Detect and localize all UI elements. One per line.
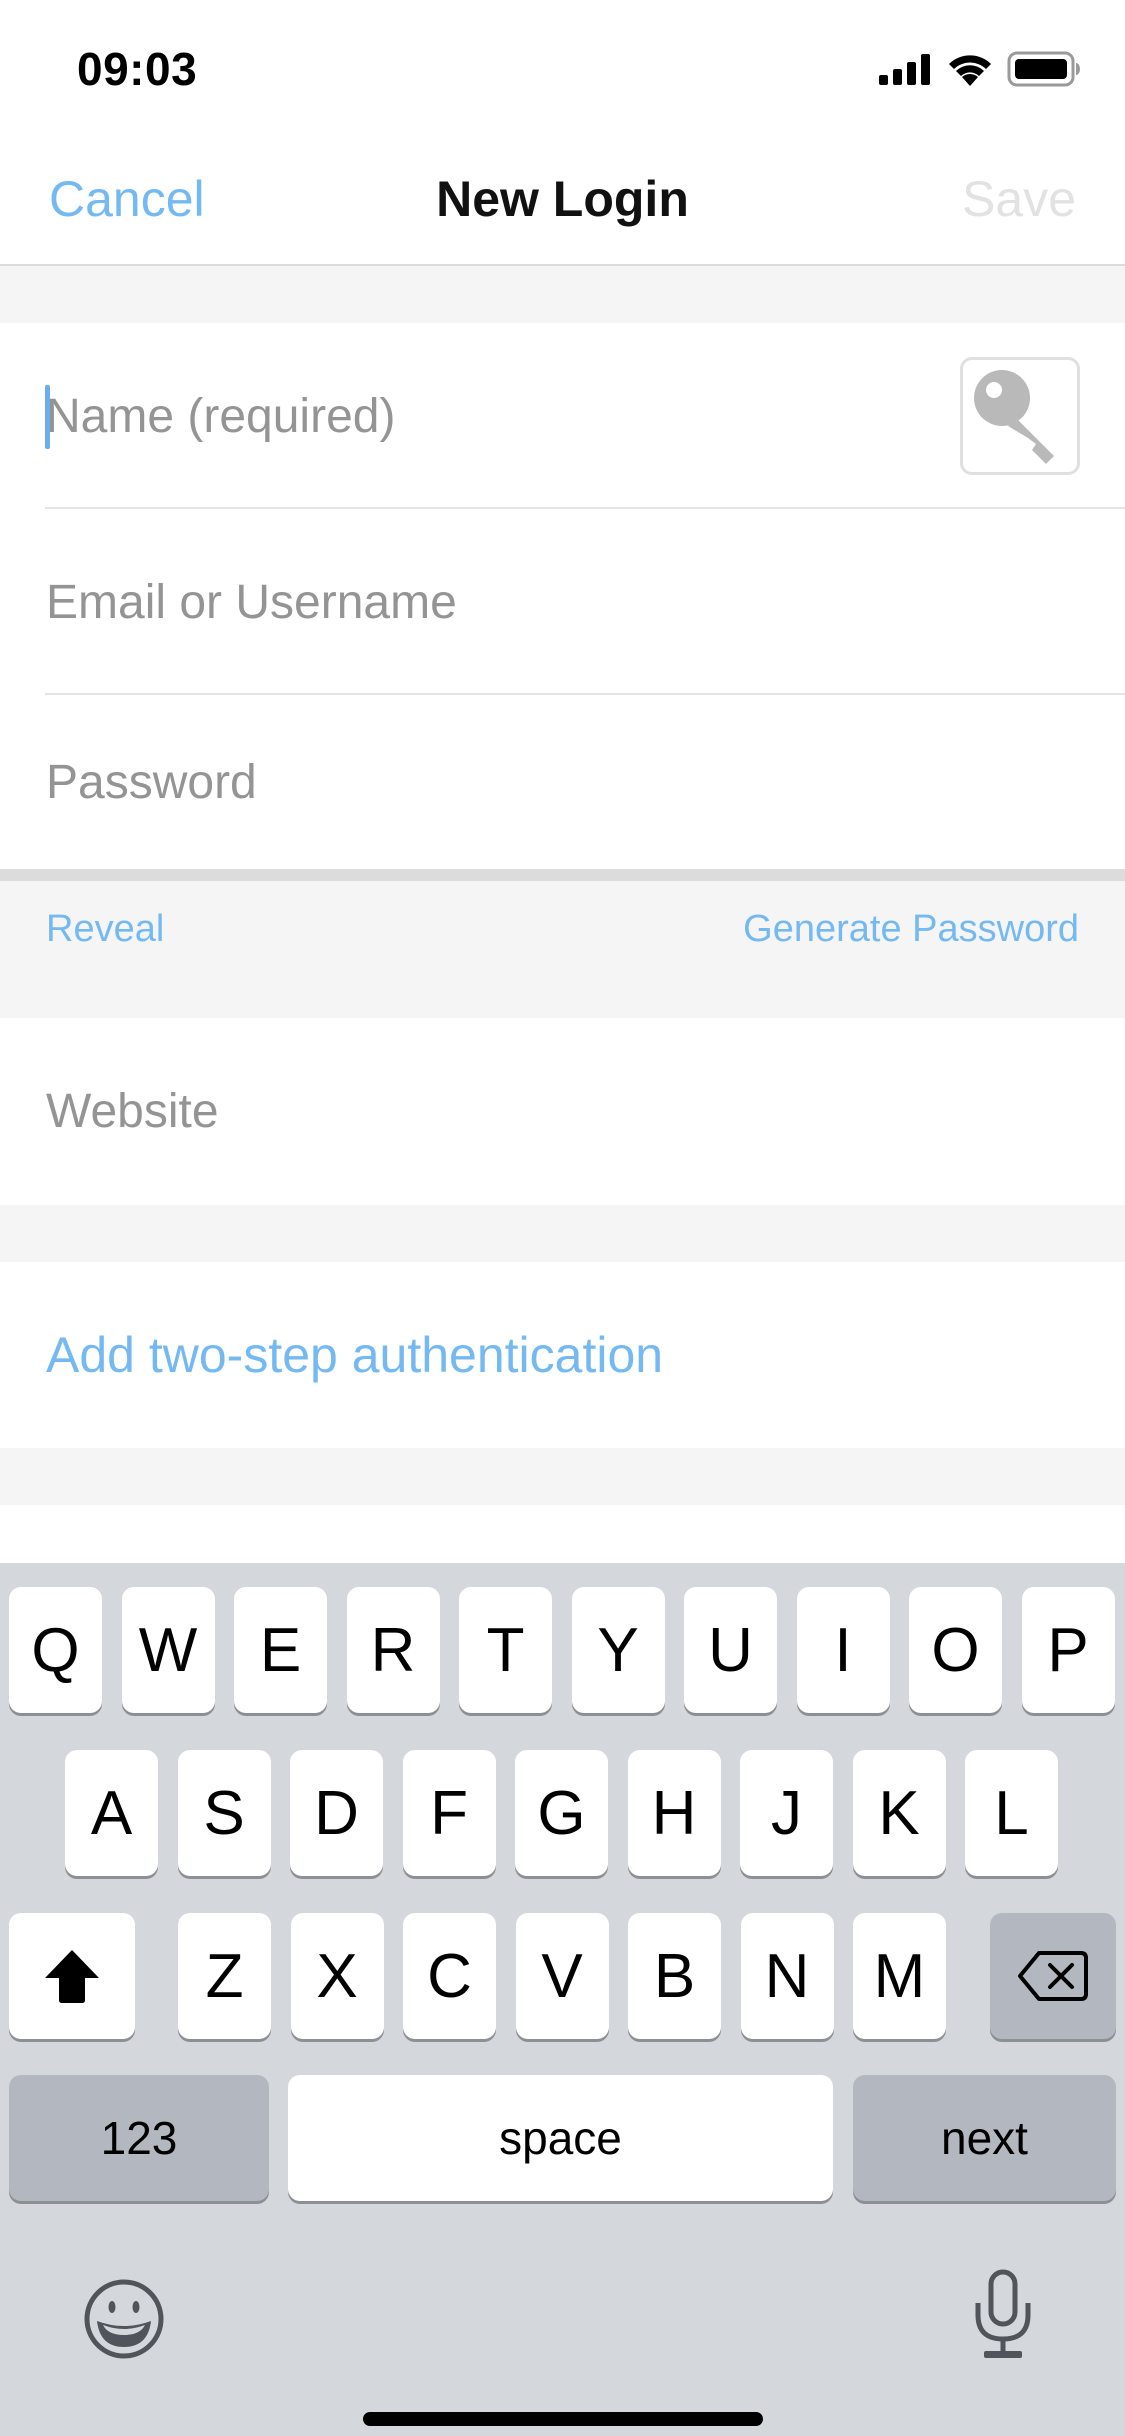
key-m[interactable]: M	[853, 1913, 946, 2039]
text-caret	[45, 385, 50, 449]
name-row	[0, 323, 1125, 509]
key-k[interactable]: K	[852, 1750, 946, 1876]
space-key[interactable]: space	[288, 2075, 833, 2201]
shift-icon	[45, 1950, 99, 2003]
home-indicator	[363, 2412, 763, 2426]
key-a[interactable]: A	[65, 1750, 158, 1876]
website-input[interactable]	[46, 1018, 926, 1204]
key-z[interactable]: Z	[178, 1913, 271, 2039]
status-time: 09:03	[77, 43, 198, 95]
key-g[interactable]: G	[515, 1750, 608, 1876]
shift-key[interactable]	[9, 1913, 135, 2039]
key-j[interactable]: J	[740, 1750, 833, 1876]
key-l[interactable]: L	[965, 1750, 1058, 1876]
emoji-icon[interactable]	[82, 2277, 166, 2361]
key-i[interactable]: I	[796, 1587, 890, 1713]
email-row	[0, 509, 1125, 695]
numbers-key[interactable]: 123	[9, 2075, 269, 2201]
key-n[interactable]: N	[740, 1913, 834, 2039]
backspace-icon	[1018, 1951, 1088, 2001]
status-bar: 09:03	[0, 0, 1125, 130]
two-step-section: Add two-step authentication	[0, 1262, 1125, 1448]
key-e[interactable]: E	[234, 1587, 327, 1713]
keyboard: QWERTYUIOP ASDFGHJKL ZXCVBNM 123 space n…	[0, 1563, 1125, 2436]
key-u[interactable]: U	[684, 1587, 777, 1713]
next-key[interactable]: next	[853, 2075, 1116, 2201]
wifi-icon	[949, 55, 991, 86]
credentials-section	[0, 323, 1125, 869]
reveal-button[interactable]: Reveal	[46, 908, 164, 951]
battery-icon	[1007, 51, 1080, 87]
add-two-step-button[interactable]: Add two-step authentication	[46, 1262, 663, 1448]
nav-bar: Cancel New Login Save	[0, 130, 1125, 266]
status-icons	[879, 50, 1081, 88]
key-icon	[974, 370, 1058, 464]
delete-key[interactable]	[990, 1913, 1116, 2039]
key-q[interactable]: Q	[9, 1587, 102, 1713]
key-r[interactable]: R	[346, 1587, 440, 1713]
password-actions: Reveal Generate Password	[0, 869, 1125, 1018]
cellular-signal-icon	[879, 54, 930, 85]
microphone-icon[interactable]	[970, 2269, 1036, 2359]
name-input[interactable]	[46, 323, 926, 509]
key-t[interactable]: T	[459, 1587, 552, 1713]
generate-password-button[interactable]: Generate Password	[743, 908, 1079, 951]
save-button[interactable]: Save	[962, 170, 1076, 228]
key-p[interactable]: P	[1021, 1587, 1115, 1713]
website-section	[0, 1018, 1125, 1205]
key-o[interactable]: O	[909, 1587, 1002, 1713]
password-input[interactable]	[46, 695, 926, 869]
key-button[interactable]	[960, 357, 1080, 475]
key-v[interactable]: V	[515, 1913, 609, 2039]
key-f[interactable]: F	[402, 1750, 496, 1876]
website-row	[0, 1018, 1125, 1204]
key-s[interactable]: S	[177, 1750, 271, 1876]
key-w[interactable]: W	[121, 1587, 215, 1713]
key-h[interactable]: H	[627, 1750, 721, 1876]
page-title: New Login	[436, 171, 689, 227]
key-x[interactable]: X	[290, 1913, 384, 2039]
email-input[interactable]	[46, 509, 926, 695]
key-b[interactable]: B	[628, 1913, 721, 2039]
key-c[interactable]: C	[403, 1913, 496, 2039]
key-d[interactable]: D	[290, 1750, 383, 1876]
password-row	[0, 695, 1125, 869]
key-y[interactable]: Y	[571, 1587, 665, 1713]
next-section	[0, 1505, 1125, 1563]
